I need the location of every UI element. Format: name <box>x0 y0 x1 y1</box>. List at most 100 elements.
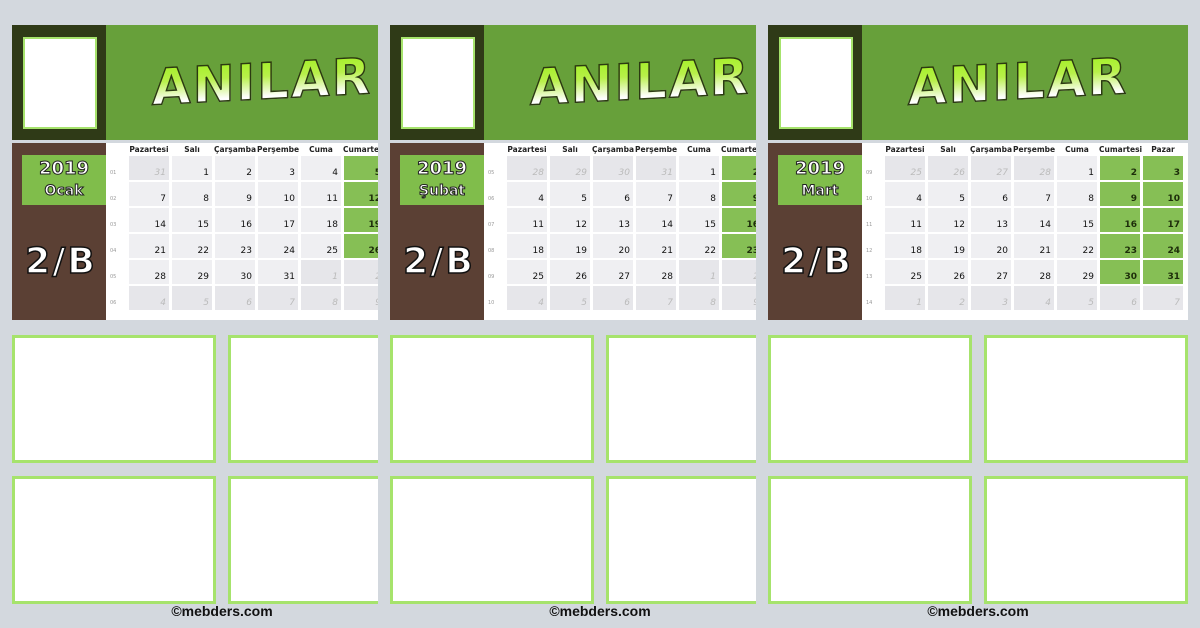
photo-slot[interactable] <box>768 335 972 463</box>
week-number: 10 <box>866 196 873 202</box>
photo-slot[interactable] <box>12 476 216 604</box>
portrait-frame <box>390 25 484 140</box>
day-cell: 18 <box>885 234 925 258</box>
footer-credit: ©mebders.com <box>549 603 651 619</box>
title-banner: ANILAR <box>106 25 378 140</box>
photo-slot[interactable] <box>228 476 378 604</box>
day-cell: 16 <box>215 208 255 232</box>
title-text: ANILAR <box>907 46 1129 117</box>
day-cell: 5 <box>1057 286 1097 310</box>
week-number: 04 <box>110 248 117 254</box>
day-cell: 28 <box>636 260 676 284</box>
day-cell: 6 <box>593 286 633 310</box>
week-number: 06 <box>488 196 495 202</box>
month-label: Mart <box>801 183 839 200</box>
day-cell: 31 <box>129 156 169 180</box>
title-text: ANILAR <box>529 46 751 117</box>
photo-slot[interactable] <box>606 335 756 463</box>
day-cell: 1 <box>679 156 719 180</box>
day-cell: 30 <box>1100 260 1140 284</box>
class-label: 2/B <box>780 240 853 283</box>
day-cell: 6 <box>971 182 1011 206</box>
weekday-header: Cumartesi <box>343 145 378 154</box>
month-label: Ocak <box>44 183 84 200</box>
day-cell: 8 <box>679 182 719 206</box>
day-cell: 9 <box>1100 182 1140 206</box>
weekday-header: Çarşamba <box>592 145 635 154</box>
day-cell: 14 <box>636 208 676 232</box>
day-cell: 25 <box>507 260 547 284</box>
day-cell: 10 <box>258 182 298 206</box>
class-label: 2/B <box>402 240 475 283</box>
day-cell: 9 <box>215 182 255 206</box>
side-column: 2019 Şubat 2/B <box>390 143 484 320</box>
day-cell: 4 <box>129 286 169 310</box>
day-cell: 12 <box>550 208 590 232</box>
photo-slot[interactable] <box>390 335 594 463</box>
day-cell: 6 <box>593 182 633 206</box>
day-cell: 15 <box>1057 208 1097 232</box>
weekday-header: Pazartesi <box>507 145 547 154</box>
day-cell: 9 <box>722 286 756 310</box>
week-number: 07 <box>488 222 495 228</box>
day-cell: 30 <box>593 156 633 180</box>
date-label: 2019 Ocak <box>22 155 106 205</box>
photo-slot[interactable] <box>606 476 756 604</box>
weekday-header: Perşembe <box>257 145 300 154</box>
day-cell: 13 <box>593 208 633 232</box>
day-cell: 14 <box>1014 208 1054 232</box>
day-cell: 31 <box>258 260 298 284</box>
calendar-panel-ocak: ANILAR 2019 Ocak 2/B Pazartesi Salı Çarşamba Pe… <box>12 0 378 628</box>
photo-slot[interactable] <box>228 335 378 463</box>
weekday-header: Salı <box>184 145 200 154</box>
side-column: 2019 Ocak 2/B <box>12 143 106 320</box>
title-banner: ANILAR <box>484 25 756 140</box>
week-number: 01 <box>110 170 117 176</box>
weekday-header: Cuma <box>687 145 711 154</box>
weekday-header: Pazar <box>1151 145 1175 154</box>
footer-credit: ©mebders.com <box>171 603 273 619</box>
day-cell: 7 <box>258 286 298 310</box>
day-cell: 17 <box>1143 208 1183 232</box>
day-cell: 4 <box>507 182 547 206</box>
photo-slot[interactable] <box>984 476 1188 604</box>
day-cell: 15 <box>172 208 212 232</box>
photo-slot[interactable] <box>390 476 594 604</box>
year-label: 2019 <box>794 158 846 180</box>
portrait-photo-slot[interactable] <box>401 37 475 129</box>
day-cell: 23 <box>722 234 756 258</box>
day-cell: 11 <box>301 182 341 206</box>
day-cell: 6 <box>215 286 255 310</box>
day-cell: 26 <box>550 260 590 284</box>
day-cell: 20 <box>971 234 1011 258</box>
day-cell: 10 <box>1143 182 1183 206</box>
day-cell: 1 <box>679 260 719 284</box>
day-cell: 25 <box>885 260 925 284</box>
portrait-photo-slot[interactable] <box>23 37 97 129</box>
day-cell: 28 <box>1014 260 1054 284</box>
day-cell: 12 <box>344 182 378 206</box>
day-cell: 27 <box>593 260 633 284</box>
week-number: 08 <box>488 248 495 254</box>
day-cell: 31 <box>636 156 676 180</box>
day-cell: 5 <box>550 286 590 310</box>
day-cell: 30 <box>215 260 255 284</box>
day-cell: 26 <box>928 260 968 284</box>
date-label: 2019 Şubat <box>400 155 484 205</box>
day-cell: 25 <box>885 156 925 180</box>
day-cell: 21 <box>636 234 676 258</box>
portrait-photo-slot[interactable] <box>779 37 853 129</box>
day-cell: 23 <box>1100 234 1140 258</box>
day-cell: 21 <box>1014 234 1054 258</box>
day-cell: 1 <box>1057 156 1097 180</box>
day-cell: 31 <box>1143 260 1183 284</box>
day-cell: 2 <box>722 156 756 180</box>
portrait-frame <box>768 25 862 140</box>
photo-slot[interactable] <box>768 476 972 604</box>
weekday-header: Cuma <box>1065 145 1089 154</box>
weekday-header: Salı <box>940 145 956 154</box>
photo-slot[interactable] <box>12 335 216 463</box>
photo-slot[interactable] <box>984 335 1188 463</box>
day-cell: 17 <box>258 208 298 232</box>
calendar-grid: Pazartesi Salı Çarşamba Perşembe Cuma Cumarte… <box>862 143 1188 320</box>
